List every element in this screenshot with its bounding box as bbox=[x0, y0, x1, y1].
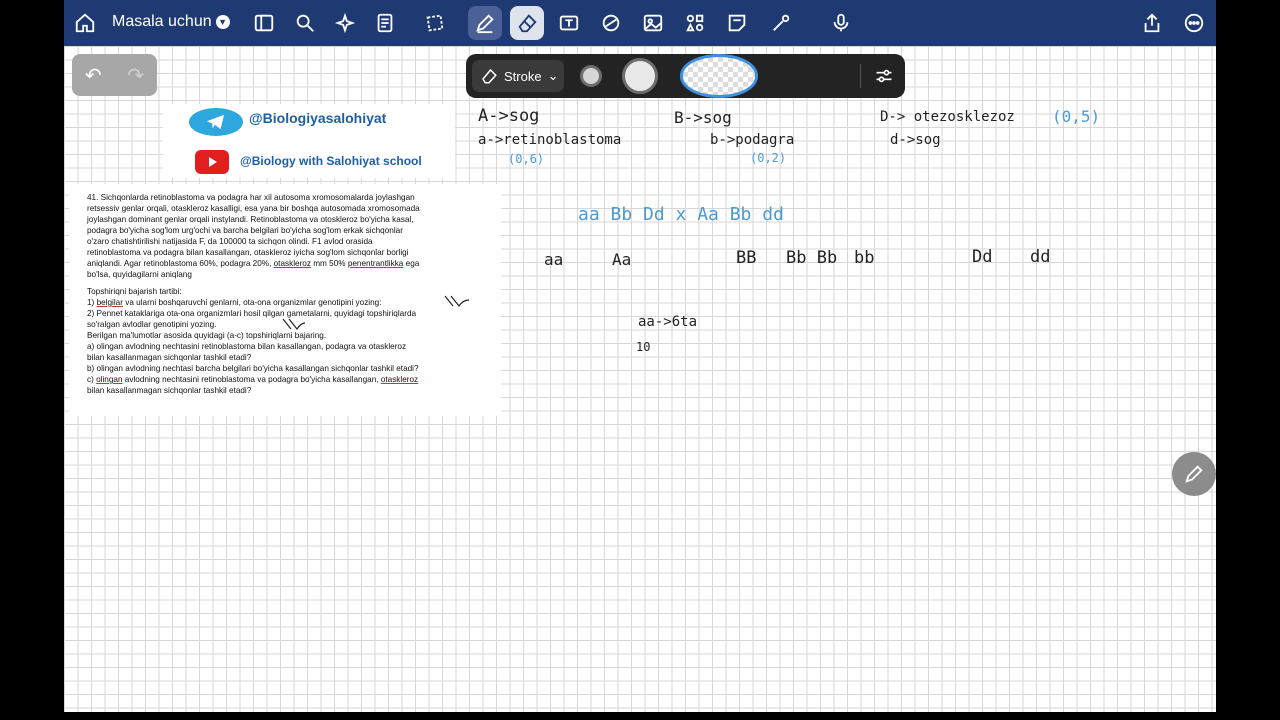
text-span: ega bbox=[405, 259, 420, 268]
size-small-button[interactable] bbox=[580, 65, 602, 87]
elements-icon[interactable] bbox=[678, 6, 712, 40]
task-line: Berilgan ma'lumotlar asosida quyidagi (a… bbox=[87, 331, 327, 340]
textbox-icon[interactable] bbox=[552, 6, 586, 40]
problem-line: o'zaro chatishtirilishi natijasida F, da… bbox=[87, 237, 373, 246]
handwriting-note: a->retinoblastoma bbox=[478, 132, 622, 148]
floating-pencil-button[interactable] bbox=[1172, 452, 1216, 496]
sidebar-icon[interactable] bbox=[247, 6, 281, 40]
handwriting-genotype: Bb Bb bbox=[786, 248, 838, 268]
telegram-icon bbox=[189, 108, 243, 136]
handwriting-note: D-> otezosklezoz bbox=[880, 109, 1015, 125]
size-large-button[interactable] bbox=[622, 58, 658, 94]
sticky-note-icon[interactable] bbox=[720, 6, 754, 40]
laser-icon[interactable] bbox=[764, 6, 798, 40]
handwriting-genotype: Aa bbox=[612, 250, 632, 269]
pencil-icon bbox=[1185, 465, 1203, 483]
top-toolbar: Masala uchun ▼ bbox=[64, 0, 1216, 46]
problem-line: aniqlandi. Agar retinoblastoma 60%, poda… bbox=[87, 258, 501, 269]
telegram-handle: @Biologiyasalohiyat bbox=[249, 110, 387, 126]
image-icon[interactable] bbox=[636, 6, 670, 40]
task-line: bilan kasallanmagan sichqonlar tashkil e… bbox=[87, 353, 252, 362]
problem-line: podagra bo'yicha sog'lom urg'ochi va bar… bbox=[87, 226, 403, 235]
eraser-icon bbox=[482, 68, 497, 84]
channel-banner: @Biologiyasalohiyat @Biology with Salohi… bbox=[163, 104, 455, 178]
problem-line: bo'lsa, quyidagilarni aniqlang bbox=[87, 270, 192, 279]
lasso-icon[interactable] bbox=[418, 6, 452, 40]
settings-sliders-icon[interactable] bbox=[874, 66, 894, 86]
text-span: avlodning nechtasini retinoblastoma va p… bbox=[124, 375, 379, 384]
handwriting-note: B->sog bbox=[674, 108, 732, 127]
handwriting-note: aa->6ta bbox=[638, 314, 698, 330]
underlined-word: otaskleroz bbox=[380, 375, 419, 384]
handwriting-genotype: Dd bbox=[972, 247, 993, 267]
handwriting-note: (0,2) bbox=[750, 151, 787, 165]
handwritten-check-mark bbox=[444, 295, 470, 308]
problem-line: 41. Sichqonlarda retinoblastoma va podag… bbox=[87, 193, 415, 202]
undo-redo-group: ↶ ↷ bbox=[72, 54, 157, 96]
stroke-toolbar: Stroke ⌄ bbox=[466, 54, 905, 98]
text-span: mm 50% bbox=[313, 259, 346, 268]
text-span: aniqlandi. Agar retinoblastoma 60%, poda… bbox=[87, 259, 272, 268]
problem-text-block: 41. Sichqonlarda retinoblastoma va podag… bbox=[69, 184, 501, 416]
task-line: bilan kasallanmagan sichqonlar tashkil e… bbox=[87, 386, 252, 395]
handwriting-genotype: dd bbox=[1030, 247, 1051, 267]
app-window: Masala uchun ▼ ↶ ↷ Stroke ⌄ @Biologiyasa… bbox=[64, 0, 1216, 712]
handwriting-note: (0,6) bbox=[508, 152, 545, 166]
share-icon[interactable] bbox=[1135, 6, 1169, 40]
mic-icon[interactable] bbox=[816, 6, 866, 40]
handwriting-cross: aa Bb Dd x Aa Bb dd bbox=[578, 204, 784, 225]
handwriting-note: (0,5) bbox=[1052, 107, 1101, 126]
problem-line: retinoblastoma va podagra bilan kasallan… bbox=[87, 248, 409, 257]
stroke-label: Stroke bbox=[504, 68, 542, 84]
search-icon[interactable] bbox=[288, 6, 322, 40]
pen-icon[interactable] bbox=[468, 6, 502, 40]
youtube-handle: @Biology with Salohiyat school bbox=[240, 154, 422, 168]
task-line: c) olingan avlodning nechtasini retinobl… bbox=[87, 374, 501, 385]
task-line: a) olingan avlodning nechtasini retinobl… bbox=[87, 342, 407, 351]
chevron-down-icon: ▼ bbox=[215, 15, 230, 29]
handwritten-check-mark bbox=[282, 318, 306, 331]
text-span: va ularni boshqaruvchi genlarni, ota-ona… bbox=[125, 298, 382, 307]
shapes-icon[interactable] bbox=[594, 6, 628, 40]
text-span: 1) bbox=[87, 298, 95, 307]
color-swatch[interactable] bbox=[680, 54, 758, 98]
youtube-icon bbox=[195, 150, 229, 174]
handwriting-note: b->podagra bbox=[710, 132, 795, 148]
home-icon[interactable] bbox=[68, 6, 102, 40]
handwriting-note: 10 bbox=[636, 340, 651, 354]
underlined-word: belgilar bbox=[96, 298, 123, 307]
handwriting-genotype: BB bbox=[736, 248, 757, 268]
redo-button[interactable]: ↷ bbox=[127, 63, 144, 88]
chevron-down-icon: ⌄ bbox=[547, 68, 559, 83]
document-icon[interactable] bbox=[368, 6, 402, 40]
task-line: Topshiriqni bajarish tartibi: bbox=[87, 287, 182, 296]
task-line: 1) belgilar va ularni boshqaruvchi genla… bbox=[87, 297, 501, 308]
stroke-dropdown[interactable]: Stroke ⌄ bbox=[472, 60, 564, 92]
handwriting-note: d->sog bbox=[890, 132, 941, 148]
handwriting-genotype: bb bbox=[854, 248, 875, 268]
handwriting-genotype: aa bbox=[544, 250, 564, 269]
underlined-word: olingan bbox=[96, 375, 123, 384]
handwriting-note: A->sog bbox=[478, 106, 540, 126]
sparkle-icon[interactable] bbox=[328, 6, 362, 40]
text-span: c) bbox=[87, 375, 94, 384]
problem-line: joylashgan dominant genlar orqali instyl… bbox=[87, 215, 414, 224]
problem-line: retsessiv genlar orqali, otaskleroz kasa… bbox=[87, 204, 420, 213]
divider bbox=[860, 64, 861, 88]
underlined-word: penentrantlikka bbox=[347, 259, 404, 268]
task-line: b) olingan avlodning nechtasi barcha bel… bbox=[87, 364, 419, 373]
more-icon[interactable] bbox=[1177, 6, 1211, 40]
document-title-text: Masala uchun bbox=[112, 13, 212, 30]
underlined-word: otaskleroz bbox=[273, 259, 311, 268]
document-title[interactable]: Masala uchun ▼ bbox=[112, 13, 230, 31]
eraser-icon[interactable] bbox=[510, 6, 544, 40]
undo-button[interactable]: ↶ bbox=[85, 63, 102, 88]
